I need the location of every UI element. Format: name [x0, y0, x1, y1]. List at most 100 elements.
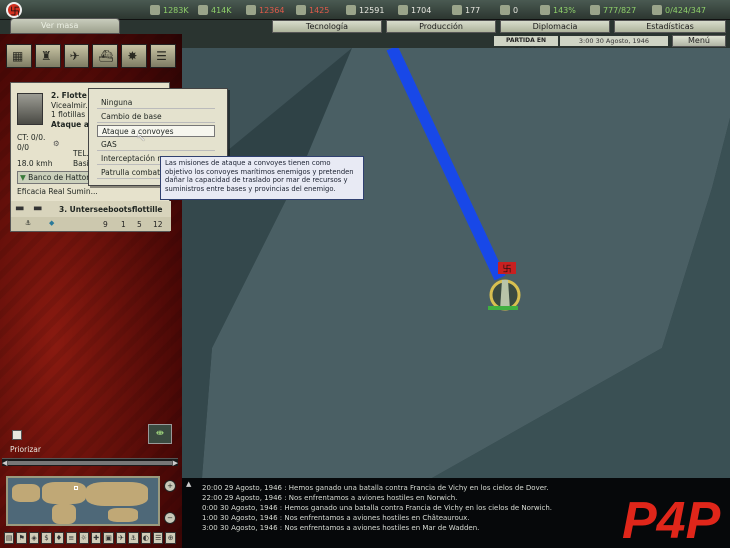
- arrows-icon: ⇼: [155, 428, 165, 439]
- map-mode-diplomacy-icon[interactable]: ✚: [90, 532, 102, 544]
- efficiency-label: Eficacia Real Sumin...: [17, 187, 98, 196]
- mission-option[interactable]: GAS: [97, 139, 215, 151]
- map-mode-infra-icon[interactable]: ≡: [66, 532, 77, 544]
- resource-value: 12364: [259, 5, 285, 15]
- tab-tecnologia[interactable]: Tecnología: [272, 20, 382, 33]
- tab-row: Ver masa Tecnología Producción Diplomaci…: [0, 18, 730, 34]
- location-name: Banco de Hatton: [28, 173, 91, 182]
- resource-bar: 1283K 414K 12364 1425 12591 1704 177 0 143% 777/8…: [0, 0, 730, 20]
- map-mode-naval-icon[interactable]: ⚓: [128, 532, 139, 544]
- resource-value: 414K: [211, 5, 232, 15]
- drop-icon: ◆: [49, 219, 55, 227]
- map-mode-other-icon[interactable]: ⊕: [165, 532, 176, 544]
- paused-indicator: PARTIDA EN PAUSA: [494, 36, 558, 54]
- unit-title[interactable]: 2. Flotte: [51, 91, 87, 100]
- log-message: 0:00 30 Agosto, 1946 : Hemos ganado una …: [202, 504, 553, 512]
- resource-1: 414K: [198, 4, 232, 16]
- priorizar-label: Priorizar: [10, 445, 41, 454]
- tab-diplomacia[interactable]: Diplomacia: [500, 20, 610, 33]
- list-icon: ☰: [156, 49, 167, 63]
- panel-scrollbar[interactable]: ◀ ▶: [2, 458, 178, 467]
- resource-6: 177: [452, 4, 480, 16]
- map-mode-money-icon[interactable]: $: [41, 532, 52, 544]
- map-mode-resource-icon[interactable]: ♦: [53, 532, 65, 544]
- map-mode-intel-icon[interactable]: ◐: [140, 532, 152, 544]
- resource-2: 12364: [246, 4, 284, 16]
- svg-text:卐: 卐: [502, 264, 511, 275]
- filter-list-button[interactable]: ☰: [150, 44, 176, 68]
- map-mode-supply-icon[interactable]: ◈: [28, 532, 40, 544]
- mission-option[interactable]: Ninguna: [97, 97, 215, 109]
- resource-9: 777/827: [590, 4, 636, 16]
- resource-value: 177: [465, 5, 481, 15]
- resource-value: 1283K: [163, 5, 189, 15]
- soldier-icon: ♜: [40, 49, 52, 63]
- filter-hq-button[interactable]: ✸: [121, 44, 148, 68]
- map-mode-political-icon[interactable]: ⚑: [16, 532, 27, 544]
- menu-button[interactable]: Menú: [672, 35, 726, 47]
- filter-land-button[interactable]: ♜: [34, 44, 61, 68]
- star-icon: ✸: [127, 49, 138, 63]
- transport-icon: [452, 5, 462, 15]
- mission-option[interactable]: Cambio de base: [97, 111, 215, 123]
- filter-air-button[interactable]: ✈: [63, 44, 90, 68]
- zoom-in-button[interactable]: +: [164, 480, 176, 492]
- commander-portrait[interactable]: [17, 93, 43, 125]
- mission-option[interactable]: Ataque a convoyes: [97, 125, 215, 137]
- map-mode-bar: ▤ ⚑ ◈ $ ♦ ≡ ☼ ✚ ▣ ✈ ⚓ ◐ ☰ ⊕: [4, 532, 176, 546]
- zoom-out-button[interactable]: −: [164, 512, 176, 524]
- minimap-viewport[interactable]: [74, 486, 78, 490]
- oil-icon: [296, 5, 306, 15]
- map-mode-air-icon[interactable]: ✈: [115, 532, 127, 544]
- game-map[interactable]: 卐: [182, 48, 730, 478]
- stat-3: 5: [137, 220, 142, 229]
- subunit-row[interactable]: ▬ ▬ 3. Unterseebootsflottille: [11, 201, 171, 217]
- submarine-icon: ▬: [15, 203, 25, 214]
- resource-8: 143%: [540, 4, 576, 16]
- filter-navy-button[interactable]: ⛴: [92, 44, 119, 68]
- filter-all-button[interactable]: ▦: [6, 44, 32, 68]
- escort-icon: [500, 5, 510, 15]
- scroll-left-icon[interactable]: ◀: [2, 459, 7, 467]
- resource-value: 12591: [359, 5, 385, 15]
- p4p-watermark-logo: P4P: [622, 492, 721, 544]
- org-value: 0/0: [17, 143, 30, 152]
- mouse-cursor-icon: ↖: [136, 130, 147, 144]
- swastika-flag-icon: [6, 2, 22, 18]
- resource-5: 1704: [398, 4, 431, 16]
- map-mode-terrain-icon[interactable]: ▤: [4, 532, 15, 544]
- stat-2: 1: [121, 220, 126, 229]
- priorizar-checkbox[interactable]: [12, 430, 22, 440]
- resource-4: 12591: [346, 4, 384, 16]
- manpower-icon: [590, 5, 600, 15]
- tab-estadisticas[interactable]: Estadísticas: [614, 20, 726, 33]
- scroll-right-icon[interactable]: ▶: [173, 459, 178, 467]
- settings-icon[interactable]: ⚙: [53, 139, 60, 148]
- unit-type-filters: ▦ ♜ ✈ ⛴ ✸ ☰: [6, 44, 176, 72]
- scroll-thumb[interactable]: [8, 461, 172, 465]
- map-mode-weather-icon[interactable]: ☼: [78, 532, 89, 544]
- officers-icon: [652, 5, 662, 15]
- energy-icon: [150, 5, 160, 15]
- speed-value: 18.0 kmh: [17, 159, 53, 168]
- resource-value: 777/827: [603, 5, 637, 15]
- log-scroll-up-icon[interactable]: ▲: [186, 480, 191, 488]
- map-mode-front-icon[interactable]: ☰: [153, 532, 164, 544]
- nation-flag-button[interactable]: [0, 0, 40, 20]
- resource-10: 0/424/347: [652, 4, 706, 16]
- resource-value: 0/424/347: [665, 5, 707, 15]
- resource-value: 143%: [553, 5, 576, 15]
- location-field[interactable]: ▼ Banco de Hatton: [17, 171, 94, 184]
- pointer-toggle-button[interactable]: ⇼: [148, 424, 172, 444]
- anchor-icon: ⚓: [25, 219, 32, 227]
- minimap[interactable]: [6, 476, 160, 526]
- location-marker-icon: ▼: [20, 173, 26, 182]
- map-mode-region-icon[interactable]: ▣: [103, 532, 114, 544]
- tab-produccion[interactable]: Producción: [386, 20, 496, 33]
- commander-name: Vicealmir...: [51, 101, 93, 110]
- tab-ver-masa[interactable]: Ver masa: [10, 18, 120, 34]
- plane-icon: ✈: [69, 49, 80, 63]
- money-icon: [398, 5, 408, 15]
- log-message: 3:00 30 Agosto, 1946 : Nos enfrentamos a…: [202, 524, 480, 532]
- submarine-icon: ▬: [33, 203, 43, 214]
